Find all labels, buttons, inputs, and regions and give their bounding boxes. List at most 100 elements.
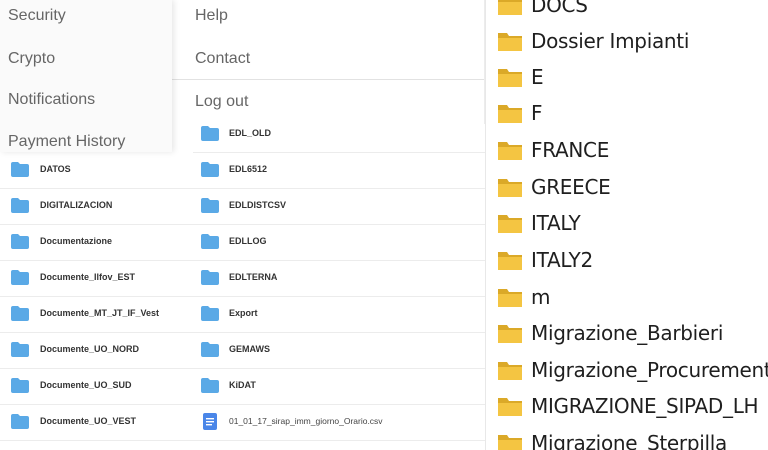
folder-label: MIGRAZIONE_SIPAD_LH: [531, 394, 759, 418]
folder-icon: [497, 395, 523, 417]
list-item[interactable]: Migrazione_Barbieri: [486, 316, 768, 352]
folder-label: GEMAWS: [229, 344, 271, 354]
settings-menu: Security Crypto Notifications Payment Hi…: [0, 0, 172, 152]
list-item[interactable]: Export: [193, 296, 485, 333]
list-item[interactable]: Documente_Ilfov_EST: [0, 260, 193, 297]
folder-icon: [497, 212, 523, 234]
folder-icon: [201, 126, 219, 141]
list-item[interactable]: KiDAT: [193, 368, 485, 405]
folder-icon: [497, 102, 523, 124]
folder-icon: [497, 432, 523, 450]
folder-label: EDLTERNA: [229, 272, 278, 282]
folder-icon: [11, 162, 29, 177]
folder-list-left: DATOS DIGITALIZACION Documentazione Docu…: [0, 152, 193, 450]
folder-label: DIGITALIZACION: [40, 200, 113, 210]
list-item[interactable]: FRANCE: [486, 133, 768, 169]
folder-label: Documente_UO_VEST: [40, 416, 137, 426]
list-item[interactable]: DATOS: [0, 152, 193, 189]
folder-icon: [11, 198, 29, 213]
folder-label: EDLDISTCSV: [229, 200, 287, 210]
folder-icon: [497, 0, 523, 16]
menu-item-help[interactable]: Help: [195, 7, 228, 25]
list-item[interactable]: E: [486, 60, 768, 96]
folder-icon: [497, 66, 523, 88]
list-item[interactable]: DOCS: [486, 0, 768, 24]
folder-label: Documentazione: [40, 236, 113, 246]
folder-label: Documente_MT_JT_IF_Vest: [40, 308, 160, 318]
logout-button[interactable]: Log out: [195, 93, 248, 111]
folder-label: KiDAT: [229, 380, 256, 390]
document-icon: [203, 413, 217, 430]
folder-label: FRANCE: [531, 138, 610, 162]
list-item[interactable]: Migrazione_Sterpilla: [486, 426, 768, 450]
folder-icon: [497, 286, 523, 308]
folder-label: ITALY: [531, 211, 581, 235]
folder-icon: [201, 234, 219, 249]
list-item[interactable]: Documentazione: [0, 224, 193, 261]
list-item[interactable]: Documente_UO_VEST: [0, 404, 193, 441]
folder-label: GREECE: [531, 175, 611, 199]
folder-icon: [497, 176, 523, 198]
folder-icon: [497, 322, 523, 344]
folder-label: DATOS: [40, 164, 71, 174]
folder-icon: [497, 30, 523, 52]
folder-label: Documente_UO_NORD: [40, 344, 140, 354]
list-item[interactable]: ITALY: [486, 206, 768, 242]
folder-label: Documente_Ilfov_EST: [40, 272, 136, 282]
folder-icon: [201, 342, 219, 357]
folder-label: Migrazione_Barbieri: [531, 321, 724, 345]
folder-label: DOCS: [531, 0, 588, 17]
menu-item-crypto[interactable]: Crypto: [8, 50, 55, 68]
folder-label: E: [531, 65, 544, 89]
folder-label: Export: [229, 308, 258, 318]
list-item[interactable]: Migrazione_Procurement: [486, 353, 768, 389]
folder-icon: [497, 359, 523, 381]
list-item[interactable]: GEMAWS: [193, 332, 485, 369]
folder-label: Dossier Impianti: [531, 29, 690, 53]
folder-label: Migrazione_Sterpilla: [531, 431, 727, 450]
list-item[interactable]: GREECE: [486, 170, 768, 206]
folder-list-middle: EDL_OLD EDL6512 EDLDISTCSV EDLLOG EDLTER…: [193, 116, 485, 450]
menu-item-payment-history[interactable]: Payment History: [8, 133, 125, 151]
folder-label: Migrazione_Procurement: [531, 358, 768, 382]
account-menu: Help Contact Log out: [172, 0, 485, 124]
list-item[interactable]: Dossier Impianti: [486, 24, 768, 60]
folder-icon: [11, 342, 29, 357]
menu-divider: [172, 79, 484, 80]
menu-item-contact[interactable]: Contact: [195, 50, 250, 68]
list-item[interactable]: Documente_UO_NORD: [0, 332, 193, 369]
folder-label: Documente_UO_SUD: [40, 380, 132, 390]
list-item[interactable]: EDLLOG: [193, 224, 485, 261]
folder-label: EDLLOG: [229, 236, 267, 246]
list-item[interactable]: Documente_MT_JT_IF_Vest: [0, 296, 193, 333]
folder-label: m: [531, 285, 551, 309]
list-item[interactable]: ITALY2: [486, 243, 768, 279]
folder-icon: [11, 306, 29, 321]
folder-icon: [201, 306, 219, 321]
folder-label: EDL_OLD: [229, 128, 272, 138]
list-item[interactable]: DIGITALIZACION: [0, 188, 193, 225]
folder-icon: [497, 139, 523, 161]
folder-icon: [201, 270, 219, 285]
folder-icon: [201, 162, 219, 177]
list-item[interactable]: Documente_UO_SUD: [0, 368, 193, 405]
list-item[interactable]: F: [486, 96, 768, 132]
list-item[interactable]: EDLDISTCSV: [193, 188, 485, 225]
folder-label: ITALY2: [531, 248, 593, 272]
folder-label: F: [531, 101, 543, 125]
menu-item-security[interactable]: Security: [8, 7, 66, 25]
folder-icon: [11, 270, 29, 285]
list-item[interactable]: EDLTERNA: [193, 260, 485, 297]
folder-icon: [11, 378, 29, 393]
folder-label: EDL6512: [229, 164, 268, 174]
folder-icon: [11, 234, 29, 249]
file-label: 01_01_17_sirap_imm_giorno_Orario.csv: [229, 416, 383, 426]
list-item[interactable]: 01_01_17_sirap_imm_giorno_Orario.csv: [193, 404, 485, 441]
list-item[interactable]: MIGRAZIONE_SIPAD_LH: [486, 389, 768, 425]
folder-icon: [201, 198, 219, 213]
folder-icon: [497, 249, 523, 271]
menu-item-notifications[interactable]: Notifications: [8, 91, 95, 109]
list-item[interactable]: m: [486, 280, 768, 316]
folder-icon: [201, 378, 219, 393]
list-item[interactable]: EDL6512: [193, 152, 485, 189]
